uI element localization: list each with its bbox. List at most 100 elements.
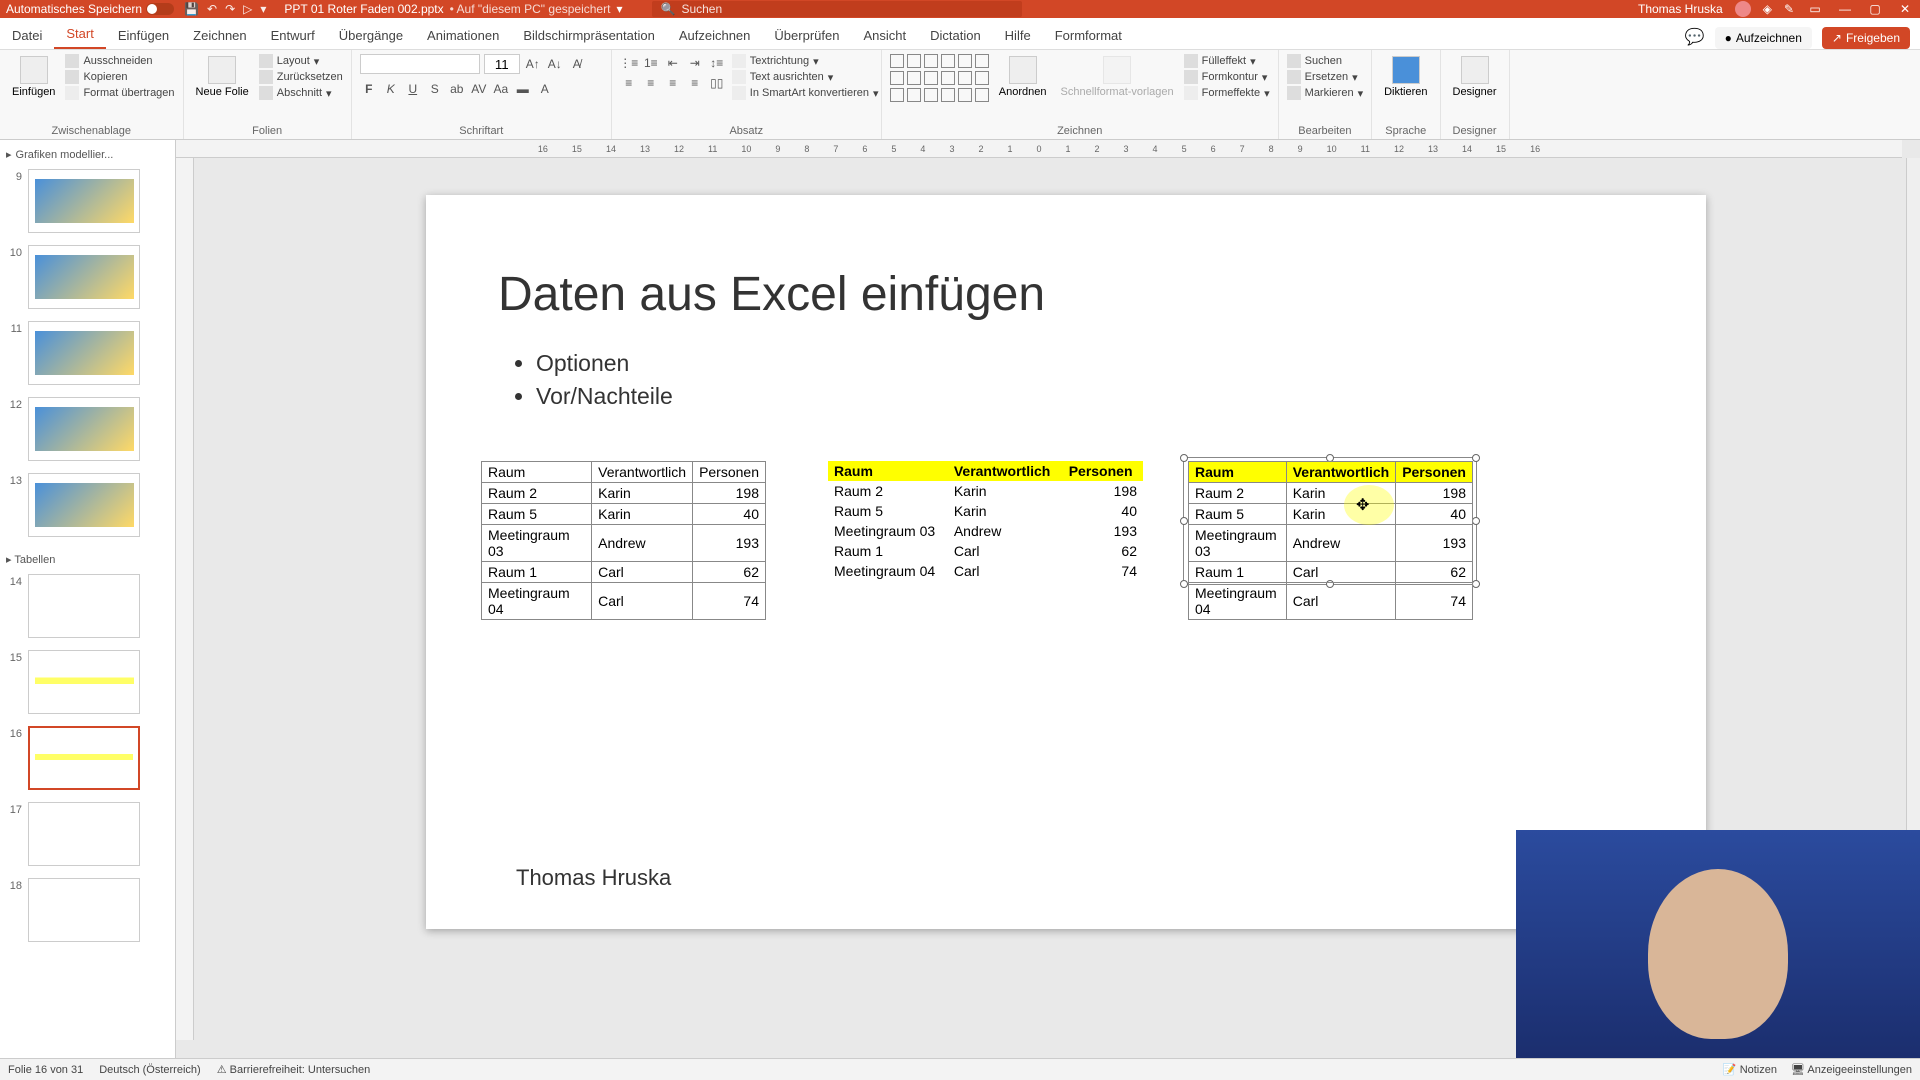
autosave-toggle[interactable]: Automatisches Speichern bbox=[6, 2, 174, 16]
search-box[interactable]: 🔍 Suchen bbox=[652, 1, 1022, 17]
line-spacing-icon[interactable]: ↕≡ bbox=[708, 54, 726, 72]
accessibility-status[interactable]: ⚠ Barrierefreiheit: Untersuchen bbox=[217, 1063, 371, 1076]
underline-button[interactable]: U bbox=[404, 80, 422, 98]
slide-thumbnail[interactable] bbox=[28, 169, 140, 233]
slide-thumbnail[interactable] bbox=[28, 397, 140, 461]
font-family-select[interactable] bbox=[360, 54, 480, 74]
clear-format-icon[interactable]: A̸ bbox=[568, 55, 586, 73]
redo-icon[interactable]: ↷ bbox=[225, 2, 235, 16]
slide-thumbnail[interactable] bbox=[28, 321, 140, 385]
italic-button[interactable]: K bbox=[382, 80, 400, 98]
tab-ueberpruefen[interactable]: Überprüfen bbox=[762, 22, 851, 49]
section-header[interactable]: ▸ Tabellen bbox=[4, 549, 171, 570]
toggle-switch-icon[interactable] bbox=[146, 3, 174, 15]
replace-button[interactable]: Ersetzen ▾ bbox=[1287, 70, 1363, 84]
slide-thumbnail[interactable] bbox=[28, 726, 140, 790]
fill-button[interactable]: Fülleffekt ▾ bbox=[1184, 54, 1270, 68]
format-painter-button[interactable]: Format übertragen bbox=[65, 86, 174, 100]
shrink-font-icon[interactable]: A↓ bbox=[546, 55, 564, 73]
close-button[interactable]: ✕ bbox=[1896, 2, 1914, 16]
more-qat-icon[interactable]: ▾ bbox=[260, 2, 266, 16]
tab-datei[interactable]: Datei bbox=[0, 22, 54, 49]
tab-uebergaenge[interactable]: Übergänge bbox=[327, 22, 415, 49]
slide-title[interactable]: Daten aus Excel einfügen bbox=[498, 267, 1045, 322]
justify-icon[interactable]: ≡ bbox=[686, 74, 704, 92]
tab-aufzeichnen[interactable]: Aufzeichnen bbox=[667, 22, 763, 49]
undo-icon[interactable]: ↶ bbox=[207, 2, 217, 16]
section-header[interactable]: ▸ Grafiken modellier... bbox=[4, 144, 171, 165]
case-button[interactable]: Aa bbox=[492, 80, 510, 98]
spacing-button[interactable]: AV bbox=[470, 80, 488, 98]
share-button[interactable]: ↗ Freigeben bbox=[1822, 27, 1910, 49]
tab-einfuegen[interactable]: Einfügen bbox=[106, 22, 181, 49]
new-slide-button[interactable]: Neue Folie bbox=[192, 54, 253, 100]
cut-button[interactable]: Ausschneiden bbox=[65, 54, 174, 68]
tab-hilfe[interactable]: Hilfe bbox=[993, 22, 1043, 49]
tab-animationen[interactable]: Animationen bbox=[415, 22, 511, 49]
select-button[interactable]: Markieren ▾ bbox=[1287, 86, 1363, 100]
dictate-button[interactable]: Diktieren bbox=[1380, 54, 1431, 100]
slideshow-icon[interactable]: ▷ bbox=[243, 2, 252, 16]
font-color-button[interactable]: A bbox=[536, 80, 554, 98]
tab-zeichnen[interactable]: Zeichnen bbox=[181, 22, 258, 49]
tab-dictation[interactable]: Dictation bbox=[918, 22, 993, 49]
slide-thumbnail[interactable] bbox=[28, 878, 140, 942]
copy-button[interactable]: Kopieren bbox=[65, 70, 174, 84]
table-plain[interactable]: RaumVerantwortlichPersonenRaum 2Karin198… bbox=[481, 461, 766, 620]
slide-thumbnail[interactable] bbox=[28, 574, 140, 638]
ribbon-options-icon[interactable]: ▭ bbox=[1806, 2, 1824, 16]
slide[interactable]: Daten aus Excel einfügen Optionen Vor/Na… bbox=[426, 195, 1706, 929]
pen-icon[interactable]: ✎ bbox=[1784, 2, 1794, 16]
columns-icon[interactable]: ▯▯ bbox=[708, 74, 726, 92]
bullets-icon[interactable]: ⋮≡ bbox=[620, 54, 638, 72]
paste-button[interactable]: Einfügen bbox=[8, 54, 59, 100]
shadow-button[interactable]: ab bbox=[448, 80, 466, 98]
designer-button[interactable]: Designer bbox=[1449, 54, 1501, 100]
section-button[interactable]: Abschnitt ▾ bbox=[259, 86, 343, 100]
layout-button[interactable]: Layout ▾ bbox=[259, 54, 343, 68]
document-name[interactable]: PPT 01 Roter Faden 002.pptx • Auf "diese… bbox=[284, 2, 622, 16]
outline-button[interactable]: Formkontur ▾ bbox=[1184, 70, 1270, 84]
align-left-icon[interactable]: ≡ bbox=[620, 74, 638, 92]
tab-ansicht[interactable]: Ansicht bbox=[851, 22, 918, 49]
slide-thumbnail[interactable] bbox=[28, 473, 140, 537]
display-settings-button[interactable]: 🖥 Anzeigeeinstellungen bbox=[1791, 1063, 1912, 1076]
slide-thumbnail[interactable] bbox=[28, 650, 140, 714]
tab-entwurf[interactable]: Entwurf bbox=[259, 22, 327, 49]
indent-dec-icon[interactable]: ⇤ bbox=[664, 54, 682, 72]
maximize-button[interactable]: ▢ bbox=[1866, 2, 1884, 16]
align-center-icon[interactable]: ≡ bbox=[642, 74, 660, 92]
tab-bildschirm[interactable]: Bildschirmpräsentation bbox=[511, 22, 667, 49]
minimize-button[interactable]: — bbox=[1836, 2, 1854, 16]
quickstyles-button[interactable]: Schnellformat-vorlagen bbox=[1057, 54, 1178, 100]
shapes-gallery[interactable] bbox=[890, 54, 989, 102]
slide-body[interactable]: Optionen Vor/Nachteile bbox=[506, 350, 673, 416]
chevron-down-icon[interactable]: ▾ bbox=[616, 2, 622, 16]
tab-formformat[interactable]: Formformat bbox=[1043, 22, 1134, 49]
language-status[interactable]: Deutsch (Österreich) bbox=[99, 1064, 200, 1076]
slide-thumbnail[interactable] bbox=[28, 245, 140, 309]
effects-button[interactable]: Formeffekte ▾ bbox=[1184, 86, 1270, 100]
table-yellow-no-border[interactable]: RaumVerantwortlichPersonenRaum 2Karin198… bbox=[828, 461, 1143, 581]
reset-button[interactable]: Zurücksetzen bbox=[259, 70, 343, 84]
record-button[interactable]: ● Aufzeichnen bbox=[1715, 27, 1812, 49]
align-right-icon[interactable]: ≡ bbox=[664, 74, 682, 92]
comments-icon[interactable]: 💬 bbox=[1685, 27, 1705, 49]
diamond-icon[interactable]: ◈ bbox=[1763, 2, 1772, 16]
indent-inc-icon[interactable]: ⇥ bbox=[686, 54, 704, 72]
slide-thumbnails-panel[interactable]: ▸ Grafiken modellier... 910111213▸ Tabel… bbox=[0, 140, 176, 1058]
font-size-select[interactable] bbox=[484, 54, 520, 74]
slide-thumbnail[interactable] bbox=[28, 802, 140, 866]
numbering-icon[interactable]: 1≡ bbox=[642, 54, 660, 72]
tab-start[interactable]: Start bbox=[54, 20, 105, 49]
bold-button[interactable]: F bbox=[360, 80, 378, 98]
slide-position[interactable]: Folie 16 von 31 bbox=[8, 1064, 83, 1076]
user-name[interactable]: Thomas Hruska bbox=[1638, 2, 1723, 16]
highlight-color-button[interactable]: ▬ bbox=[514, 80, 532, 98]
find-button[interactable]: Suchen bbox=[1287, 54, 1363, 68]
grow-font-icon[interactable]: A↑ bbox=[524, 55, 542, 73]
arrange-button[interactable]: Anordnen bbox=[995, 54, 1051, 100]
save-icon[interactable]: 💾 bbox=[184, 2, 199, 16]
strike-button[interactable]: S bbox=[426, 80, 444, 98]
user-avatar-icon[interactable] bbox=[1735, 1, 1751, 17]
